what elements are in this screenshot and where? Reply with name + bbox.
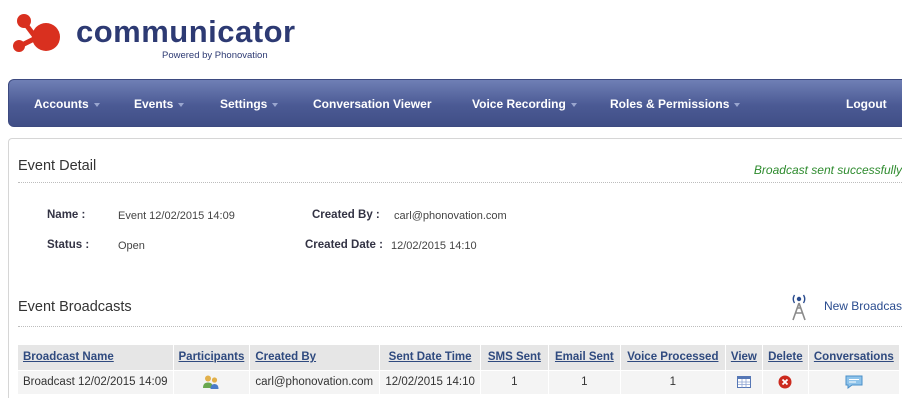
nav-voice-recording-label: Voice Recording <box>472 97 566 111</box>
name-label: Name : <box>47 209 86 221</box>
status-label: Status : <box>47 239 90 251</box>
broadcast-tower-icon <box>792 294 806 321</box>
nav-logout-label: Logout <box>846 97 887 111</box>
broadcasts-divider <box>18 326 902 327</box>
chevron-down-icon <box>272 102 279 107</box>
conversations-cell[interactable] <box>807 369 899 394</box>
view-cell[interactable] <box>724 369 763 394</box>
table-row: Broadcast 12/02/2015 14:09 carl@phonovat… <box>18 369 899 394</box>
new-broadcast-button[interactable]: New Broadcas <box>788 291 902 321</box>
sms-sent-cell: 1 <box>479 369 549 394</box>
sent-date-cell: 12/02/2015 14:10 <box>379 369 481 394</box>
nav-voice-recording[interactable]: Voice Recording <box>472 80 577 128</box>
nav-settings[interactable]: Settings <box>220 80 279 128</box>
broadcast-name-cell: Broadcast 12/02/2015 14:09 <box>18 369 174 394</box>
brand-tagline: Powered by Phonovation <box>162 50 268 61</box>
nav-accounts[interactable]: Accounts <box>34 80 100 128</box>
col-delete[interactable]: Delete <box>761 345 809 370</box>
chevron-down-icon <box>178 102 185 107</box>
nav-conversation-viewer[interactable]: Conversation Viewer <box>313 80 432 128</box>
nav-settings-label: Settings <box>220 97 268 111</box>
delete-cell[interactable] <box>761 369 809 394</box>
view-icon[interactable] <box>736 376 751 389</box>
chevron-down-icon <box>734 102 741 107</box>
nav-events[interactable]: Events <box>134 80 185 128</box>
new-broadcast-label: New Broadcas <box>823 299 902 313</box>
col-sms-sent[interactable]: SMS Sent <box>479 345 549 370</box>
col-email-sent[interactable]: Email Sent <box>547 345 621 370</box>
brand-logo: communicator Powered by Phonovation <box>10 4 310 66</box>
success-message: Broadcast sent successfully <box>753 163 902 177</box>
col-created-by[interactable]: Created By <box>249 345 380 370</box>
logo-mark-icon <box>13 14 60 52</box>
conversations-icon[interactable] <box>845 375 863 390</box>
created-by-cell: carl@phonovation.com <box>249 369 380 394</box>
col-participants[interactable]: Participants <box>172 345 250 370</box>
nav-accounts-label: Accounts <box>34 97 89 111</box>
created-date-label: Created Date : <box>305 239 383 251</box>
participants-icon[interactable] <box>202 374 220 390</box>
event-broadcasts-title: Event Broadcasts <box>18 299 132 315</box>
nav-events-label: Events <box>134 97 174 111</box>
delete-icon[interactable] <box>778 375 792 389</box>
col-voice-processed[interactable]: Voice Processed <box>619 345 726 370</box>
nav-conversation-viewer-label: Conversation Viewer <box>313 97 432 111</box>
event-detail-title: Event Detail <box>18 158 97 174</box>
col-sent-date-time[interactable]: Sent Date Time <box>379 345 481 370</box>
created-date-value: 12/02/2015 14:10 <box>391 240 477 252</box>
main-nav: Accounts Events Settings Conversation Vi… <box>8 79 902 127</box>
table-header-row: Broadcast Name Participants Created By S… <box>18 345 899 370</box>
event-detail-divider <box>18 182 902 183</box>
voice-processed-cell: 1 <box>619 369 726 394</box>
col-conversations[interactable]: Conversations <box>807 345 899 370</box>
status-value: Open <box>118 240 145 252</box>
nav-logout[interactable]: Logout <box>846 80 887 128</box>
participants-cell[interactable] <box>172 369 250 394</box>
created-by-label: Created By : <box>312 209 380 221</box>
email-sent-cell: 1 <box>547 369 621 394</box>
broadcasts-table: Broadcast Name Participants Created By S… <box>18 345 899 394</box>
chevron-down-icon <box>93 102 100 107</box>
created-by-value: carl@phonovation.com <box>394 210 507 222</box>
brand-name: communicator <box>76 14 296 49</box>
chevron-down-icon <box>570 102 577 107</box>
nav-roles-permissions-label: Roles & Permissions <box>610 97 730 111</box>
nav-roles-permissions[interactable]: Roles & Permissions <box>610 80 741 128</box>
event-name-value: Event 12/02/2015 14:09 <box>118 210 235 222</box>
col-broadcast-name[interactable]: Broadcast Name <box>18 345 174 370</box>
col-view[interactable]: View <box>724 345 763 370</box>
